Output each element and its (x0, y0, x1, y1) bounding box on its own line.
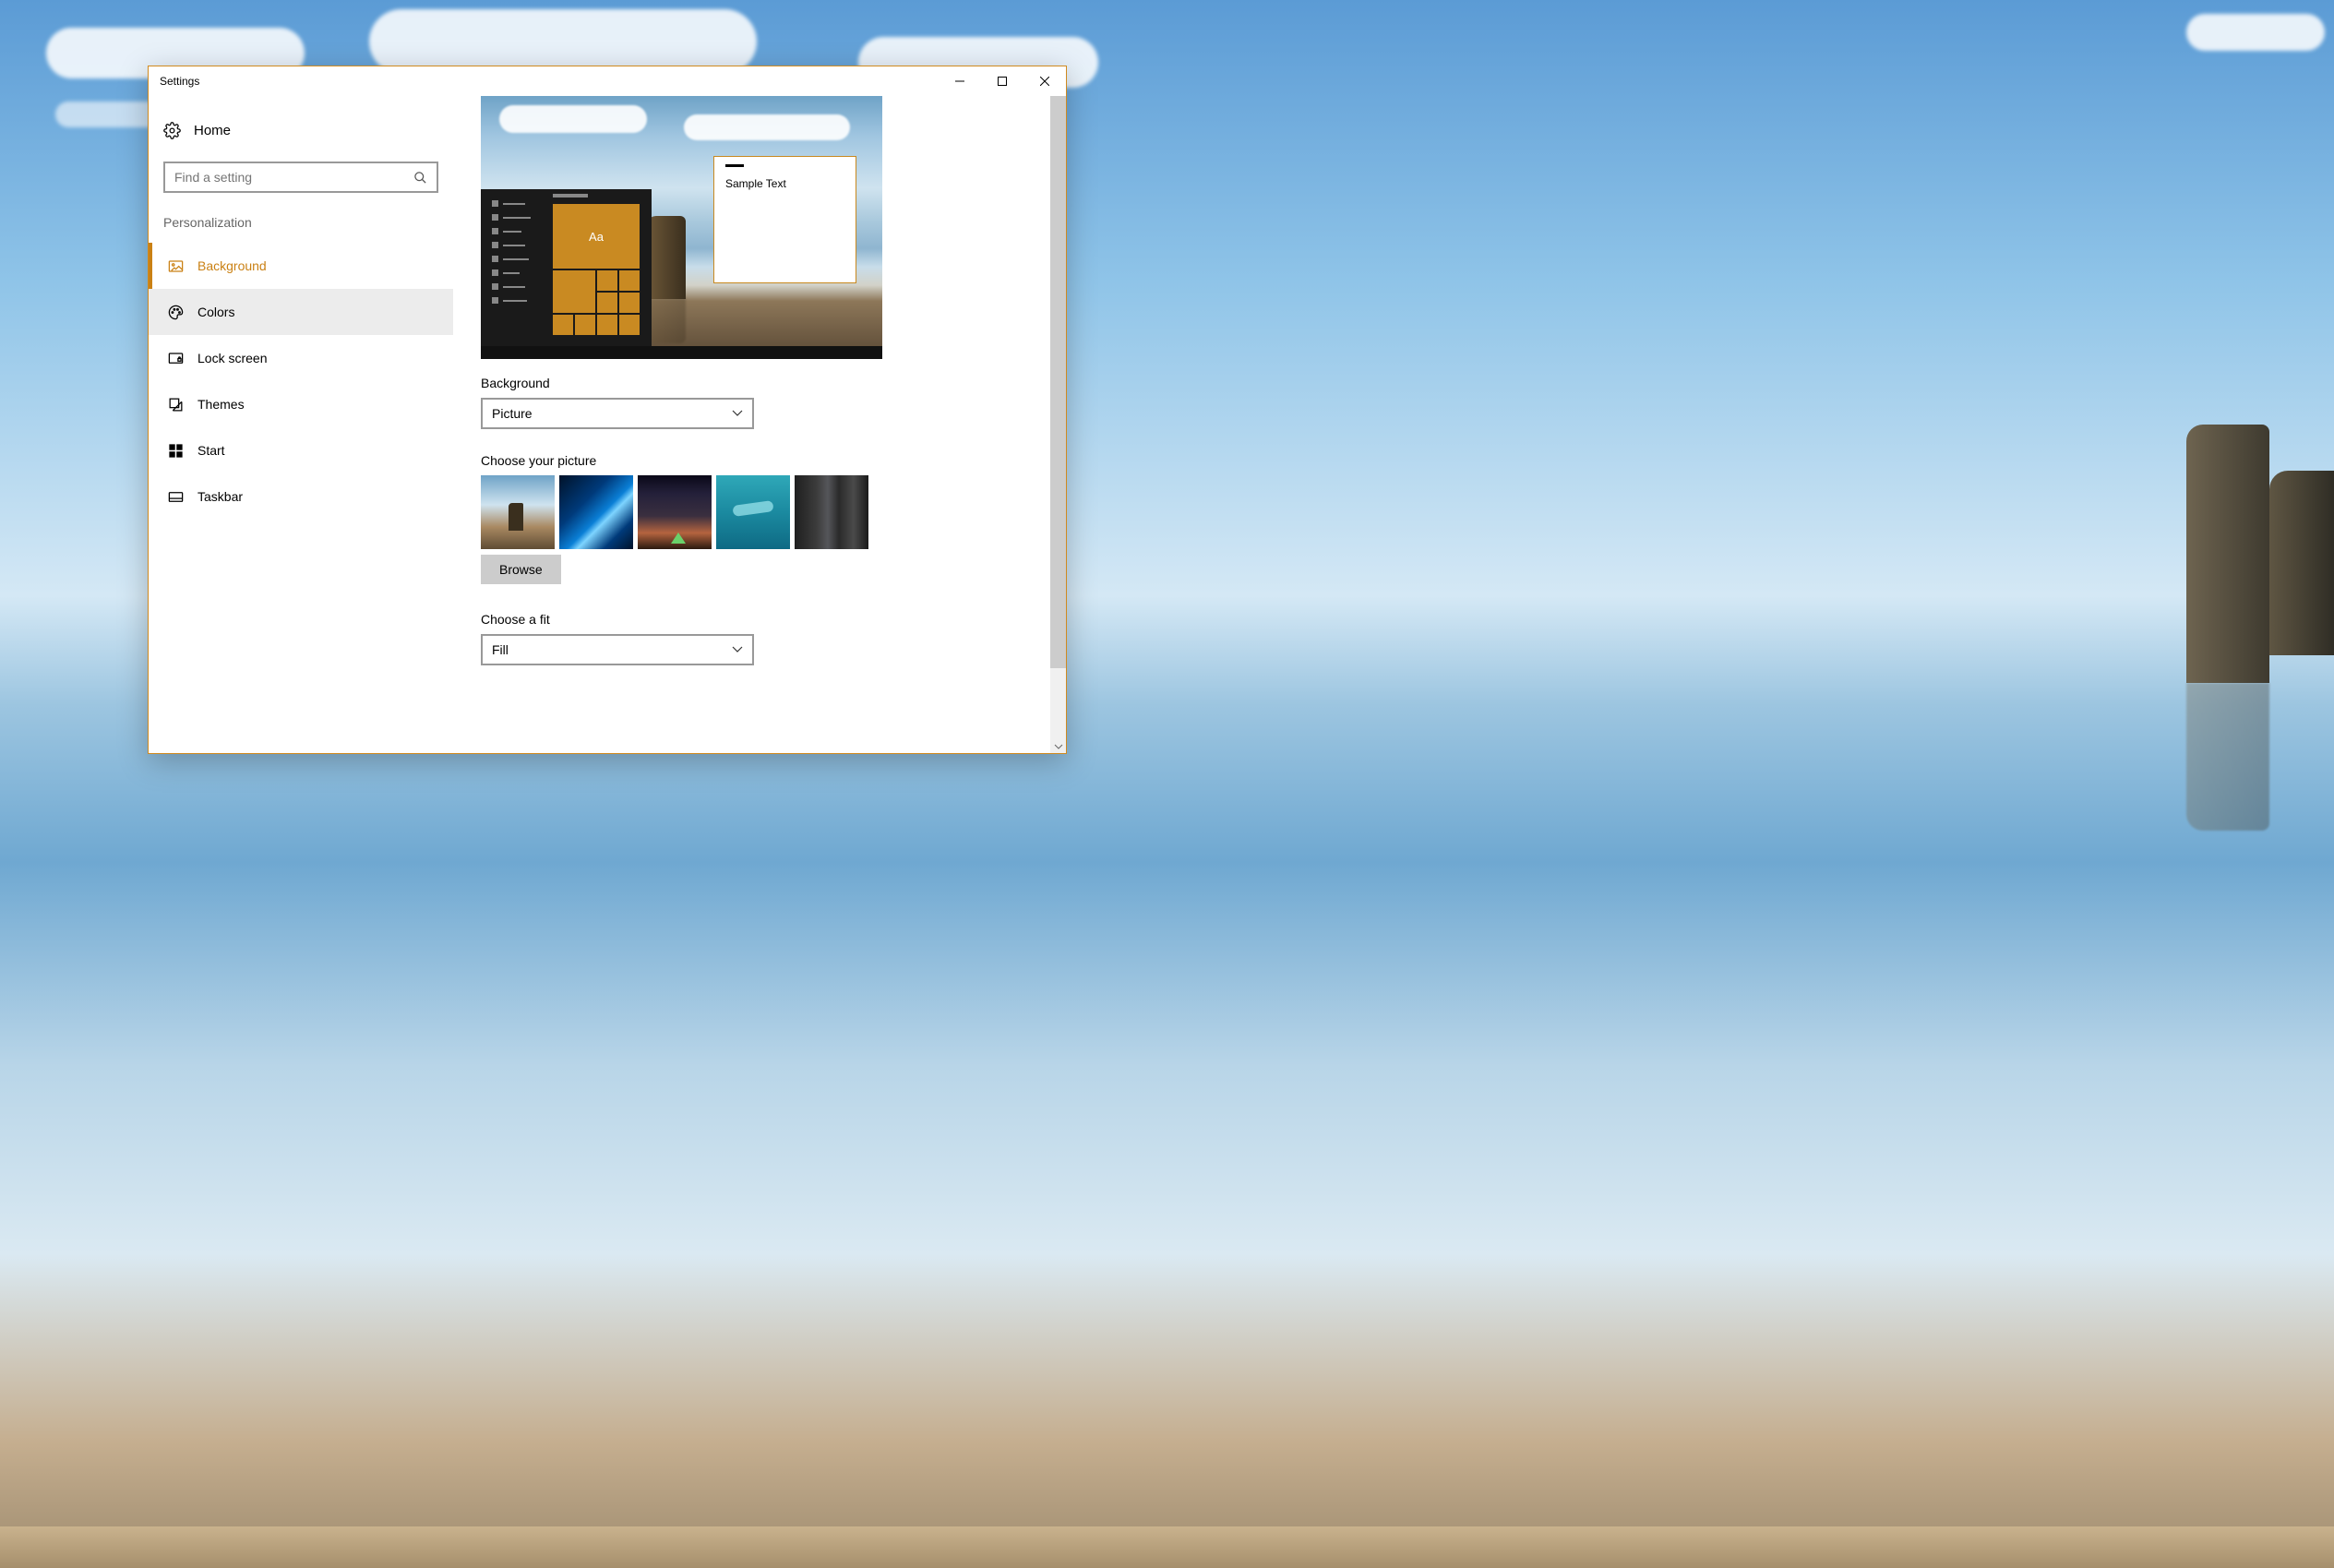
search-input[interactable] (174, 170, 413, 185)
window-title: Settings (160, 75, 199, 88)
nav-label: Themes (197, 397, 245, 412)
background-preview: Aa Sample Text (481, 96, 882, 359)
settings-window: Settings Home (148, 66, 1067, 754)
preview-tile-aa: Aa (553, 204, 640, 269)
fit-value: Fill (492, 642, 509, 657)
choose-picture-label: Choose your picture (481, 453, 1038, 468)
background-value: Picture (492, 406, 533, 421)
themes-icon (167, 396, 185, 413)
picture-thumbnails (481, 475, 1038, 549)
nav-colors[interactable]: Colors (149, 289, 453, 335)
home-label: Home (194, 123, 231, 138)
nav-lock-screen[interactable]: Lock screen (149, 335, 453, 381)
desktop-wallpaper: Settings Home (0, 0, 2334, 1568)
section-label: Personalization (149, 209, 453, 243)
close-button[interactable] (1023, 66, 1066, 96)
picture-thumb-4[interactable] (716, 475, 790, 549)
home-button[interactable]: Home (149, 114, 453, 147)
nav-label: Lock screen (197, 351, 267, 365)
fit-dropdown[interactable]: Fill (481, 634, 754, 665)
preview-sample-window: Sample Text (713, 156, 856, 283)
maximize-button[interactable] (981, 66, 1023, 96)
search-box[interactable] (163, 162, 438, 193)
nav-start[interactable]: Start (149, 427, 453, 473)
gear-icon (163, 122, 181, 139)
scrollbar-thumb[interactable] (1050, 96, 1066, 668)
nav-label: Background (197, 258, 267, 273)
nav-label: Start (197, 443, 225, 458)
sample-text: Sample Text (725, 177, 786, 190)
picture-thumb-1[interactable] (481, 475, 555, 549)
start-icon (167, 442, 185, 460)
picture-icon (167, 257, 185, 275)
fit-label: Choose a fit (481, 612, 1038, 627)
taskbar-icon (167, 488, 185, 506)
palette-icon (167, 304, 185, 321)
nav-themes[interactable]: Themes (149, 381, 453, 427)
picture-thumb-5[interactable] (795, 475, 868, 549)
background-label: Background (481, 376, 1038, 390)
scrollbar[interactable] (1050, 96, 1066, 753)
browse-button[interactable]: Browse (481, 555, 561, 584)
preview-start-menu: Aa (481, 189, 652, 346)
nav-label: Taskbar (197, 489, 243, 504)
minimize-button[interactable] (939, 66, 981, 96)
search-icon (413, 171, 427, 185)
chevron-down-icon (732, 644, 743, 655)
picture-thumb-3[interactable] (638, 475, 712, 549)
scroll-down-icon[interactable] (1054, 742, 1063, 751)
lock-screen-icon (167, 350, 185, 367)
nav-label: Colors (197, 305, 234, 319)
background-dropdown[interactable]: Picture (481, 398, 754, 429)
content-area: Aa Sample Text Background Picture (453, 96, 1066, 753)
sidebar: Home Personalization Background Colors (149, 96, 453, 753)
nav-background[interactable]: Background (149, 243, 453, 289)
titlebar[interactable]: Settings (149, 66, 1066, 96)
picture-thumb-2[interactable] (559, 475, 633, 549)
chevron-down-icon (732, 408, 743, 419)
nav-taskbar[interactable]: Taskbar (149, 473, 453, 520)
